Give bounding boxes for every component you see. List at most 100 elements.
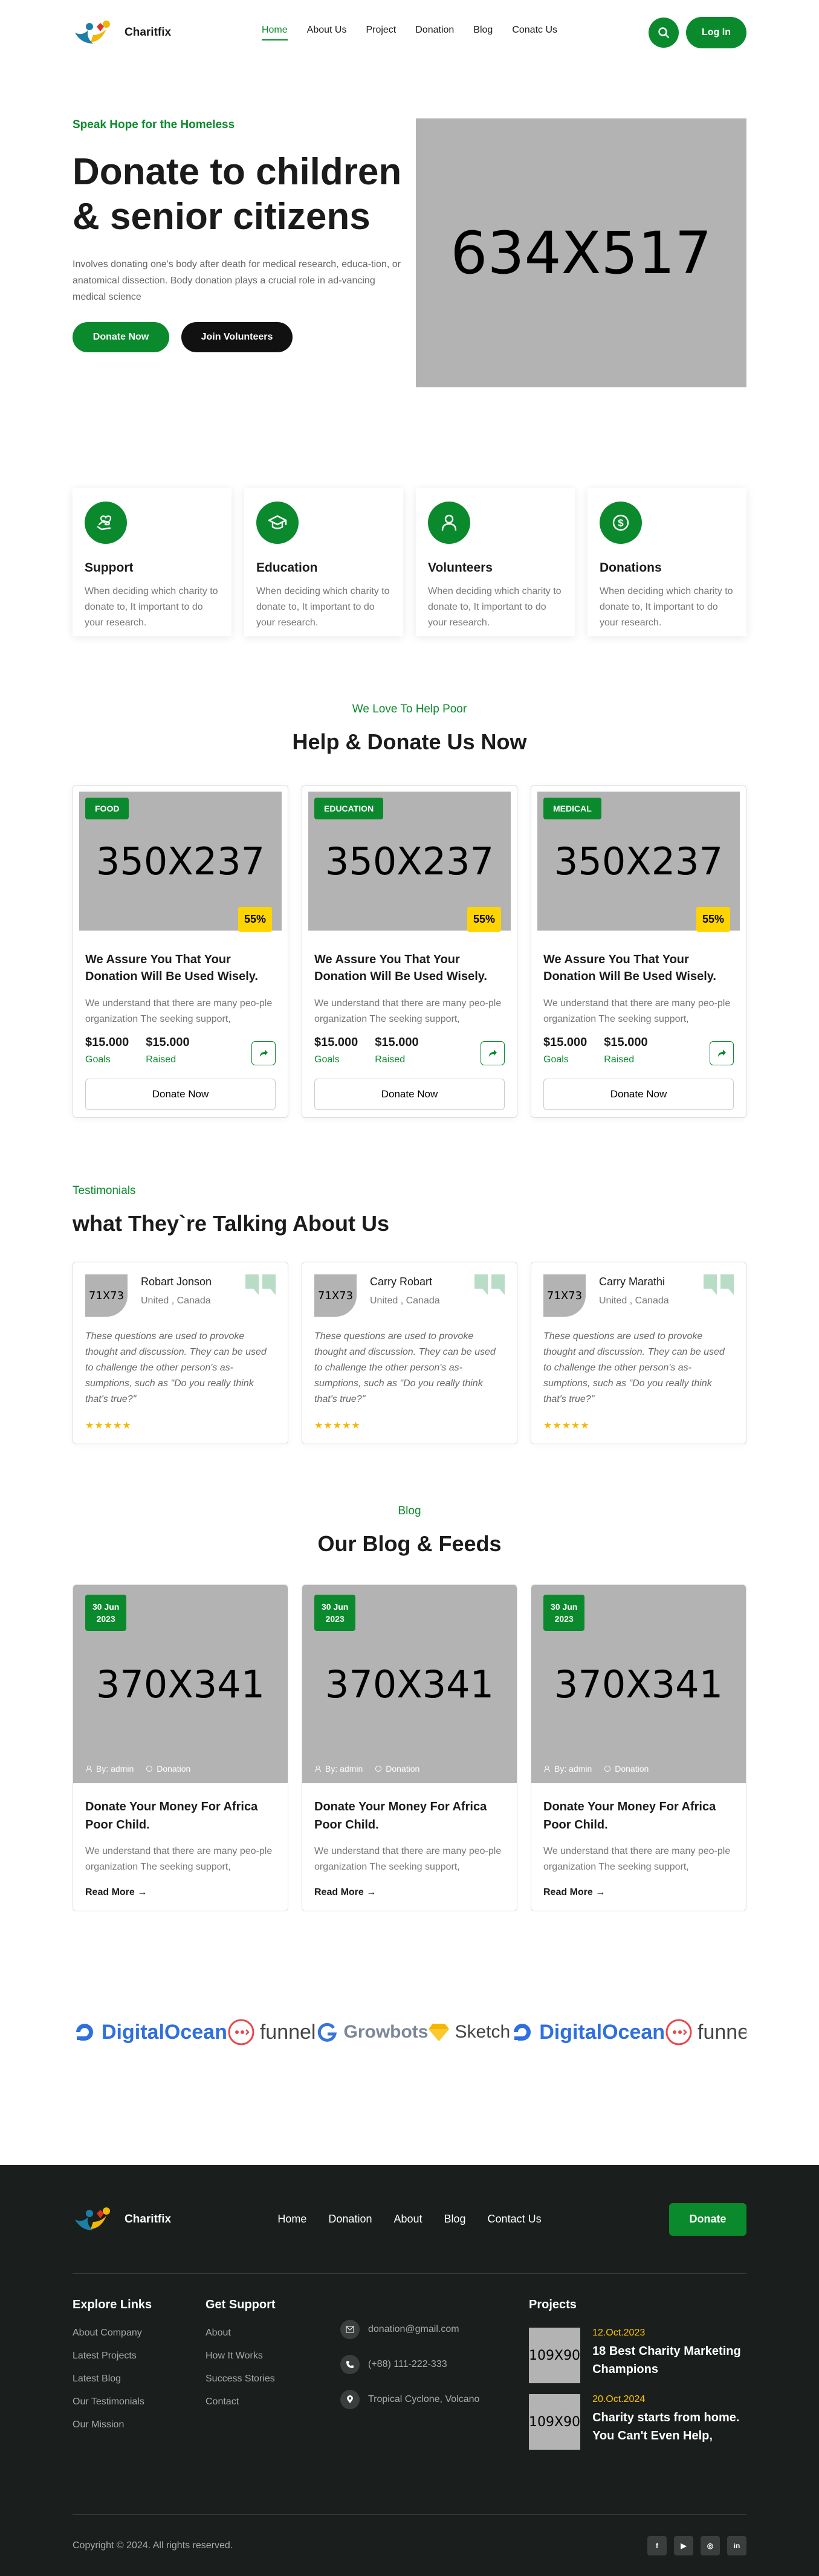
footer-logo[interactable]: Charitfix — [73, 2206, 260, 2233]
features-row: Support When deciding which charity to d… — [73, 488, 746, 636]
youtube-icon[interactable]: ▶ — [674, 2536, 693, 2555]
reviewer-location: United , Canada — [599, 1296, 669, 1306]
reviewer-location: United , Canada — [370, 1296, 440, 1306]
donate-now-button[interactable]: Donate Now — [73, 322, 169, 352]
project-date: 20.Oct.2024 — [592, 2394, 646, 2404]
hero-text: Involves donating one's body after death… — [73, 259, 401, 302]
footer-nav-contact[interactable]: Contact Us — [488, 2213, 542, 2226]
nav-blog[interactable]: Blog — [473, 25, 493, 40]
contact-email[interactable]: donation@gmail.com — [340, 2320, 529, 2339]
image-placeholder-label: 370X341 — [554, 1662, 724, 1706]
project-item[interactable]: 109X90 20.Oct.2024 Charity starts from h… — [529, 2394, 746, 2450]
blog-post-text: We understand that there are many peo-pl… — [85, 1846, 273, 1872]
donate-now-button[interactable]: Donate Now — [85, 1079, 276, 1110]
hand-heart-icon — [85, 502, 127, 544]
category-meta[interactable]: Donation — [375, 1764, 419, 1774]
footer-link[interactable]: Our Testimonials — [73, 2397, 206, 2407]
instagram-icon[interactable]: ◎ — [701, 2536, 720, 2555]
footer-nav-about[interactable]: About — [393, 2213, 422, 2226]
read-more-link[interactable]: Read More → — [85, 1887, 276, 1898]
search-button[interactable] — [649, 18, 679, 48]
feature-text: When deciding which charity to donate to… — [256, 586, 390, 628]
share-button[interactable] — [710, 1041, 734, 1065]
project-item[interactable]: 109X90 12.Oct.2023 18 Best Charity Marke… — [529, 2328, 746, 2383]
footer-link[interactable]: Latest Projects — [73, 2351, 206, 2361]
donate-now-button[interactable]: Donate Now — [314, 1079, 505, 1110]
footer-link[interactable]: About Company — [73, 2328, 206, 2339]
share-button[interactable] — [481, 1041, 505, 1065]
testimonial-text: These questions are used to provoke thou… — [543, 1331, 725, 1404]
arrow-right-icon: → — [366, 1887, 377, 1897]
project-thumbnail: 109X90 — [529, 2328, 581, 2383]
feature-text: When deciding which charity to donate to… — [600, 586, 733, 628]
donation-text: We understand that there are many peo-pl… — [543, 998, 731, 1024]
facebook-icon[interactable]: f — [647, 2536, 667, 2555]
nav-home[interactable]: Home — [261, 25, 288, 40]
avatar: 71X73 — [543, 1274, 586, 1317]
join-volunteers-button[interactable]: Join Volunteers — [181, 322, 293, 352]
image-placeholder-label: 350X237 — [554, 839, 724, 883]
share-button[interactable] — [251, 1041, 276, 1065]
footer-link[interactable]: Our Mission — [73, 2419, 206, 2430]
project-title[interactable]: Charity starts from home. You Can't Even… — [592, 2409, 746, 2445]
brand-logos: DigitalOcean funnel Growbots Sketch Digi… — [73, 2014, 746, 2050]
login-button[interactable]: Log In — [686, 17, 746, 48]
funnel-logo: funnel — [227, 2018, 316, 2046]
blog-card: 370X341 30 Jun 2023 By: admin Donation Do… — [302, 1584, 517, 1911]
testimonials-title: what They`re Talking About Us — [73, 1211, 390, 1236]
footer-donate-button[interactable]: Donate — [669, 2203, 746, 2236]
feature-title: Education — [256, 561, 318, 575]
testimonial-card: 71X73 Carry Marathi United , Canada Thes… — [531, 1262, 746, 1444]
footer-link[interactable]: How It Works — [206, 2351, 340, 2361]
search-icon — [658, 27, 670, 39]
donation-title[interactable]: We Assure You That Your Donation Will Be… — [85, 951, 276, 985]
feature-card: Support When deciding which charity to d… — [73, 488, 231, 636]
donate-now-button[interactable]: Donate Now — [543, 1079, 734, 1110]
author-meta[interactable]: By: admin — [85, 1764, 134, 1774]
contact-phone[interactable]: (+88) 111-222-333 — [340, 2355, 529, 2374]
author-meta[interactable]: By: admin — [543, 1764, 592, 1774]
read-more-link[interactable]: Read More → — [543, 1887, 734, 1898]
footer-link[interactable]: Latest Blog — [73, 2374, 206, 2384]
category-tag[interactable]: MEDICAL — [543, 798, 601, 819]
read-more-link[interactable]: Read More → — [314, 1887, 505, 1898]
footer-link[interactable]: Success Stories — [206, 2374, 340, 2384]
footer-nav-donation[interactable]: Donation — [328, 2213, 372, 2226]
donation-text: We understand that there are many peo-pl… — [314, 998, 502, 1024]
image-placeholder-label: 370X341 — [95, 1662, 265, 1706]
category-meta[interactable]: Donation — [146, 1764, 190, 1774]
blog-post-title[interactable]: Donate Your Money For Africa Poor Child. — [543, 1798, 734, 1834]
digitalocean-logo: DigitalOcean — [73, 2020, 227, 2044]
category-tag[interactable]: EDUCATION — [314, 798, 384, 819]
quote-icon — [245, 1274, 276, 1295]
footer-link[interactable]: Contact — [206, 2397, 340, 2407]
blog-post-title[interactable]: Donate Your Money For Africa Poor Child. — [314, 1798, 505, 1834]
category-tag[interactable]: FOOD — [85, 798, 129, 819]
category-meta[interactable]: Donation — [604, 1764, 649, 1774]
goal-amount: $15.000 — [314, 1036, 358, 1049]
footer-nav-home[interactable]: Home — [277, 2213, 306, 2226]
footer-nav-blog[interactable]: Blog — [444, 2213, 466, 2226]
logo[interactable]: Charitfix — [73, 19, 260, 46]
donation-title[interactable]: We Assure You That Your Donation Will Be… — [314, 951, 505, 985]
footer-link[interactable]: About — [206, 2328, 340, 2339]
hero-image: 634X517 — [416, 118, 746, 387]
linkedin-icon[interactable]: in — [727, 2536, 746, 2555]
testimonial-text: These questions are used to provoke thou… — [314, 1331, 496, 1404]
project-title[interactable]: 18 Best Charity Marketing Champions — [592, 2342, 746, 2378]
nav-project[interactable]: Project — [366, 25, 396, 40]
raised-amount: $15.000 — [604, 1036, 648, 1049]
nav-donation[interactable]: Donation — [415, 25, 454, 40]
blog-post-title[interactable]: Donate Your Money For Africa Poor Child. — [85, 1798, 276, 1834]
image-placeholder-label: 350X237 — [325, 839, 494, 883]
donation-title[interactable]: We Assure You That Your Donation Will Be… — [543, 951, 734, 985]
nav-about[interactable]: About Us — [307, 25, 347, 40]
svg-text:$: $ — [618, 517, 624, 529]
mail-icon — [340, 2320, 360, 2339]
author-meta[interactable]: By: admin — [314, 1764, 363, 1774]
user-icon — [86, 1766, 92, 1772]
raised-label: Raised — [146, 1054, 176, 1065]
image-placeholder-label: 370X341 — [325, 1662, 494, 1706]
nav-contact[interactable]: Conatc Us — [512, 25, 557, 40]
hero-title: Donate to children & senior citizens — [73, 151, 402, 237]
